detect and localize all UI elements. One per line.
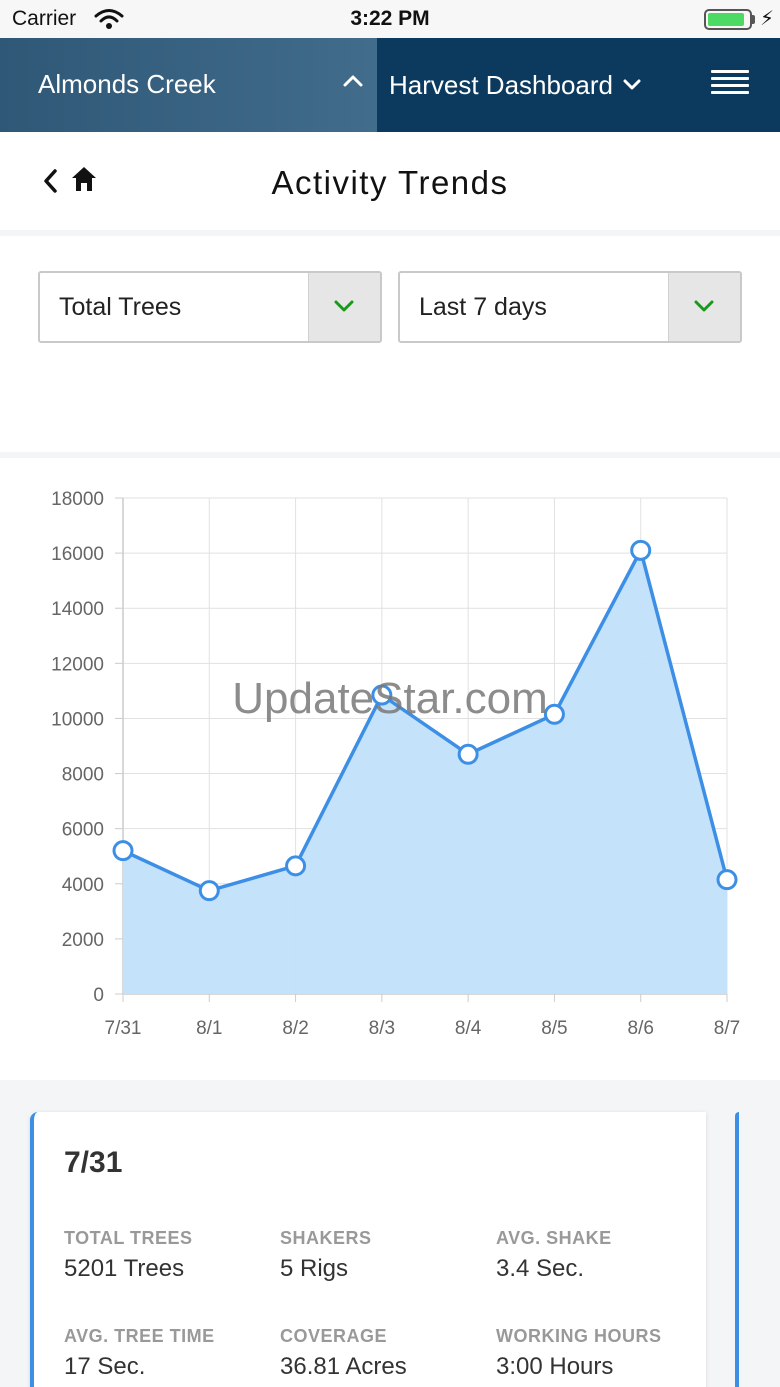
stat-value: 3.4 Sec.	[496, 1255, 585, 1282]
date-range-dropdown-button[interactable]	[668, 273, 740, 341]
series-area	[123, 550, 727, 994]
x-tick-label: 8/1	[196, 1018, 222, 1039]
page-header: Activity Trends	[0, 132, 780, 230]
stat-working-hours: WORKING HOURS 3:00 Hours	[496, 1326, 662, 1381]
page-title: Activity Trends	[271, 164, 509, 201]
metric-dropdown-button[interactable]	[308, 273, 380, 341]
y-tick-label: 4000	[62, 875, 104, 896]
x-tick-label: 8/5	[541, 1018, 567, 1039]
stat-label: WORKING HOURS	[496, 1326, 662, 1346]
data-point[interactable]	[371, 684, 393, 706]
next-day-card-edge[interactable]	[735, 1112, 739, 1387]
day-details-carousel[interactable]: 7/31 TOTAL TREES 5201 Trees SHAKERS 5 Ri…	[0, 1092, 780, 1387]
y-tick-label: 12000	[51, 654, 104, 675]
activity-chart[interactable]: 0 2000 4000 6000 8000 10000 12000 14000 16000 180…	[0, 458, 780, 1080]
chevron-down-icon[interactable]	[622, 78, 642, 97]
stat-value: 17 Sec.	[64, 1353, 146, 1380]
stat-label: TOTAL TREES	[64, 1228, 193, 1248]
y-tick-label: 0	[93, 985, 104, 1006]
stat-value: 3:00 Hours	[496, 1353, 614, 1380]
farm-name: Almonds Creek	[38, 69, 216, 99]
stat-value: 5201 Trees	[64, 1255, 185, 1282]
metric-select[interactable]: Total Trees	[38, 271, 382, 343]
data-point[interactable]	[112, 840, 134, 862]
top-nav: Almonds Creek Harvest Dashboard	[0, 38, 780, 132]
y-tick-label: 16000	[51, 544, 104, 565]
battery-tip	[752, 15, 755, 24]
data-point[interactable]	[543, 703, 565, 725]
hamburger-icon[interactable]	[711, 70, 749, 96]
stat-label: AVG. SHAKE	[496, 1228, 612, 1248]
data-point[interactable]	[198, 880, 220, 902]
y-tick-label: 8000	[62, 765, 104, 786]
x-tick-label: 8/7	[714, 1018, 740, 1039]
day-detail-card[interactable]: 7/31 TOTAL TREES 5201 Trees SHAKERS 5 Ri…	[30, 1112, 706, 1387]
metric-select-value: Total Trees	[59, 293, 182, 321]
stat-coverage: COVERAGE 36.81 Acres	[280, 1326, 407, 1381]
data-point[interactable]	[285, 855, 307, 877]
farm-selector[interactable]: Almonds Creek	[0, 38, 377, 132]
stat-value: 36.81 Acres	[280, 1353, 407, 1380]
status-bar: Carrier 3:22 PM ⚡	[0, 0, 780, 38]
data-point[interactable]	[716, 869, 738, 891]
filters-panel: Total Trees Last 7 days	[0, 236, 780, 452]
data-point[interactable]	[457, 743, 479, 765]
charging-bolt-icon: ⚡	[760, 8, 775, 30]
stat-label: AVG. TREE TIME	[64, 1326, 215, 1346]
stat-shakers: SHAKERS 5 Rigs	[280, 1228, 372, 1283]
y-tick-label: 18000	[51, 489, 104, 510]
stat-label: COVERAGE	[280, 1326, 388, 1346]
stat-total-trees: TOTAL TREES 5201 Trees	[64, 1228, 193, 1283]
date-range-select[interactable]: Last 7 days	[398, 271, 742, 343]
x-tick-label: 7/31	[105, 1018, 142, 1039]
chevron-up-icon	[342, 74, 364, 93]
data-point[interactable]	[630, 539, 652, 561]
y-tick-label: 6000	[62, 820, 104, 841]
date-range-select-value: Last 7 days	[419, 293, 547, 321]
x-tick-label: 8/2	[282, 1018, 308, 1039]
y-tick-label: 14000	[51, 599, 104, 620]
stat-value: 5 Rigs	[280, 1255, 349, 1282]
y-tick-label: 10000	[51, 709, 104, 730]
detail-date: 7/31	[64, 1146, 123, 1179]
x-tick-label: 8/3	[369, 1018, 395, 1039]
stat-avg-tree-time: AVG. TREE TIME 17 Sec.	[64, 1326, 215, 1381]
battery-icon	[704, 9, 752, 30]
y-tick-label: 2000	[62, 930, 104, 951]
activity-chart-card: 0 2000 4000 6000 8000 10000 12000 14000 16000 180…	[0, 458, 780, 1080]
status-time: 3:22 PM	[350, 7, 430, 30]
x-tick-label: 8/4	[455, 1018, 482, 1039]
stat-label: SHAKERS	[280, 1228, 372, 1248]
x-tick-label: 8/6	[628, 1018, 654, 1039]
stat-avg-shake: AVG. SHAKE 3.4 Sec.	[496, 1228, 612, 1283]
dashboard-selector[interactable]: Harvest Dashboard	[389, 70, 613, 101]
